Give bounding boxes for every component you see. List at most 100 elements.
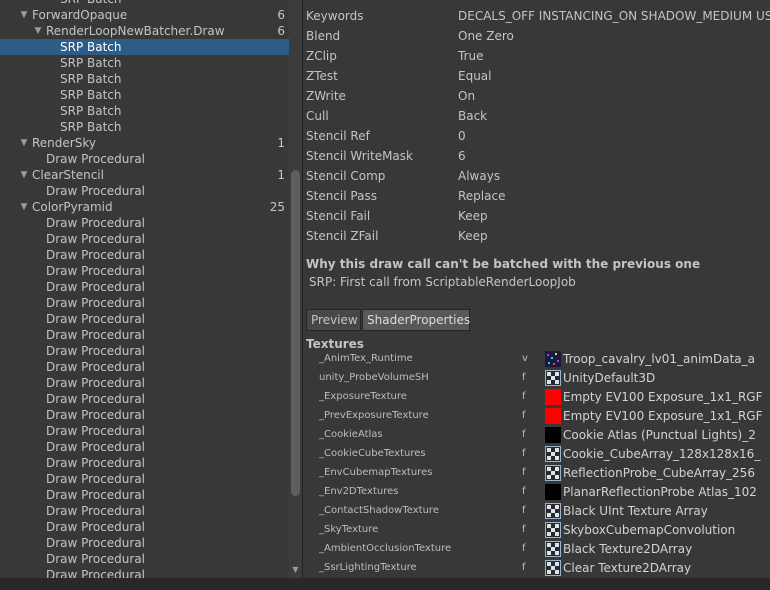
tree-row[interactable]: Draw Procedural (0, 455, 289, 471)
texture-property-name: _EnvCubemapTextures (319, 467, 433, 478)
tree-row[interactable]: Draw Procedural (0, 183, 289, 199)
tree-row-label: Draw Procedural (46, 568, 146, 578)
tree-row-label: Draw Procedural (46, 184, 146, 198)
tree-row[interactable]: ▼ ForwardOpaque 6 (0, 7, 289, 23)
event-details-panel: Keywords DECALS_OFF INSTANCING_ON SHADOW_… (303, 0, 770, 578)
texture-thumbnail-icon[interactable] (545, 503, 561, 519)
texture-thumbnail-icon[interactable] (545, 522, 561, 538)
texture-row[interactable]: _PrevExposureTexture f Empty EV100 Exposur… (303, 407, 770, 426)
tree-row[interactable]: SRP Batch (0, 103, 289, 119)
tree-row[interactable]: Draw Procedural (0, 279, 289, 295)
tree-row[interactable]: Draw Procedural (0, 151, 289, 167)
expand-arrow-icon[interactable]: ▼ (19, 167, 29, 183)
tree-row-label: Draw Procedural (46, 152, 146, 166)
tree-row[interactable]: Draw Procedural (0, 215, 289, 231)
tree-row-label: SRP Batch (60, 104, 122, 118)
texture-stage-flag: f (522, 410, 526, 421)
property-row: Stencil WriteMask 6 (306, 148, 770, 164)
texture-thumbnail-icon[interactable] (545, 484, 561, 500)
texture-thumbnail-icon[interactable] (545, 446, 561, 462)
tree-row[interactable]: SRP Batch (0, 55, 289, 71)
tree-row[interactable]: Draw Procedural (0, 231, 289, 247)
tree-row[interactable]: Draw Procedural (0, 295, 289, 311)
texture-row[interactable]: unity_ProbeVolumeSH f UnityDefault3D (303, 369, 770, 388)
tree-row[interactable]: Draw Procedural (0, 407, 289, 423)
texture-thumbnail-icon[interactable] (545, 389, 561, 405)
scroll-down-arrow-icon[interactable]: ▼ (291, 566, 300, 574)
tree-row[interactable]: Draw Procedural (0, 327, 289, 343)
expand-arrow-icon[interactable]: ▼ (19, 199, 29, 215)
tab-preview[interactable]: Preview (306, 309, 361, 331)
tree-row[interactable]: Draw Procedural (0, 391, 289, 407)
texture-property-name: _SkyTexture (319, 524, 379, 535)
texture-row[interactable]: _ExposureTexture f Empty EV100 Exposure_1x… (303, 388, 770, 407)
texture-thumbnail-icon[interactable] (545, 427, 561, 443)
tree-row[interactable]: Draw Procedural (0, 343, 289, 359)
expand-arrow-icon[interactable]: ▼ (19, 135, 29, 151)
texture-row[interactable]: _AnimTex_Runtime v Troop_cavalry_lv01_anim… (303, 350, 770, 369)
texture-row[interactable]: _SkyTexture f SkyboxCubemapConvolution (303, 521, 770, 540)
texture-thumbnail-icon[interactable] (545, 560, 561, 576)
tree-row[interactable]: Draw Procedural (0, 503, 289, 519)
texture-asset-name: ReflectionProbe_CubeArray_256 (563, 466, 755, 480)
tree-row[interactable]: Draw Procedural (0, 551, 289, 567)
texture-property-name: unity_ProbeVolumeSH (319, 372, 429, 383)
tree-row-label: Draw Procedural (46, 296, 146, 310)
texture-row[interactable]: _EnvCubemapTextures f ReflectionProbe_Cube… (303, 464, 770, 483)
tree-row[interactable]: Draw Procedural (0, 535, 289, 551)
expand-arrow-icon[interactable]: ▼ (19, 7, 29, 23)
tree-row[interactable]: SRP Batch (0, 0, 289, 7)
tree-row[interactable]: ▼ RenderLoopNewBatcher.Draw 6 (0, 23, 289, 39)
tree-row-label: Draw Procedural (46, 536, 146, 550)
batch-reason-title: Why this draw call can't be batched with… (306, 257, 701, 271)
texture-row[interactable]: _ContactShadowTexture f Black UInt Texture… (303, 502, 770, 521)
tree-row[interactable]: Draw Procedural (0, 519, 289, 535)
texture-thumbnail-icon[interactable] (545, 541, 561, 557)
tree-row-label: Draw Procedural (46, 264, 146, 278)
texture-thumbnail-icon[interactable] (545, 370, 561, 386)
tree-row[interactable]: SRP Batch (0, 119, 289, 135)
tree-row[interactable]: Draw Procedural (0, 439, 289, 455)
property-value: DECALS_OFF INSTANCING_ON SHADOW_MEDIUM U… (458, 9, 770, 23)
texture-property-name: _PrevExposureTexture (319, 410, 429, 421)
tree-row[interactable]: SRP Batch (0, 87, 289, 103)
tree-row[interactable]: SRP Batch (0, 39, 289, 55)
texture-property-name: _SsrLightingTexture (319, 562, 417, 573)
property-row: Stencil Ref 0 (306, 128, 770, 144)
expand-arrow-icon[interactable]: ▼ (33, 23, 43, 39)
tree-row[interactable]: ▼ RenderSky 1 (0, 135, 289, 151)
texture-row[interactable]: _Env2DTextures f PlanarReflectionProbe Atl… (303, 483, 770, 502)
tree-row-label: SRP Batch (60, 72, 122, 86)
tree-row[interactable]: Draw Procedural (0, 567, 289, 578)
tree-row[interactable]: Draw Procedural (0, 247, 289, 263)
texture-row[interactable]: _SsrLightingTexture f Clear Texture2DArray (303, 559, 770, 578)
tab-shader-properties[interactable]: ShaderProperties (362, 309, 470, 331)
texture-thumbnail-icon[interactable] (545, 351, 561, 367)
tree-row-label: Draw Procedural (46, 504, 146, 518)
tree-row[interactable]: Draw Procedural (0, 487, 289, 503)
property-row: Cull Back (306, 108, 770, 124)
tree-row[interactable]: ▼ ClearStencil 1 (0, 167, 289, 183)
tree-row[interactable]: SRP Batch (0, 71, 289, 87)
tree-row-label: ForwardOpaque (32, 8, 128, 22)
property-row: Stencil Fail Keep (306, 208, 770, 224)
texture-thumbnail-icon[interactable] (545, 408, 561, 424)
event-tree-panel: SRP Batch▼ForwardOpaque6▼RenderLoopNewBa… (0, 0, 302, 578)
tree-row[interactable]: Draw Procedural (0, 423, 289, 439)
tree-scrollbar[interactable]: ▼ (289, 0, 302, 578)
texture-row[interactable]: _AmbientOcclusionTexture f Black Texture2D… (303, 540, 770, 559)
texture-row[interactable]: _CookieAtlas f Cookie Atlas (Punctual Ligh… (303, 426, 770, 445)
tree-row-label: Draw Procedural (46, 488, 146, 502)
tree-row[interactable]: Draw Procedural (0, 263, 289, 279)
scrollbar-thumb[interactable] (291, 170, 300, 496)
tree-row[interactable]: Draw Procedural (0, 359, 289, 375)
tree-row[interactable]: Draw Procedural (0, 471, 289, 487)
texture-row[interactable]: _CookieCubeTextures f Cookie_CubeArray_128… (303, 445, 770, 464)
texture-property-name: _CookieAtlas (319, 429, 383, 440)
texture-thumbnail-icon[interactable] (545, 465, 561, 481)
tree-row[interactable]: ▼ ColorPyramid 25 (0, 199, 289, 215)
property-row: Stencil Comp Always (306, 168, 770, 184)
tree-row[interactable]: Draw Procedural (0, 311, 289, 327)
tree-row-count: 1 (277, 136, 285, 150)
tree-row[interactable]: Draw Procedural (0, 375, 289, 391)
